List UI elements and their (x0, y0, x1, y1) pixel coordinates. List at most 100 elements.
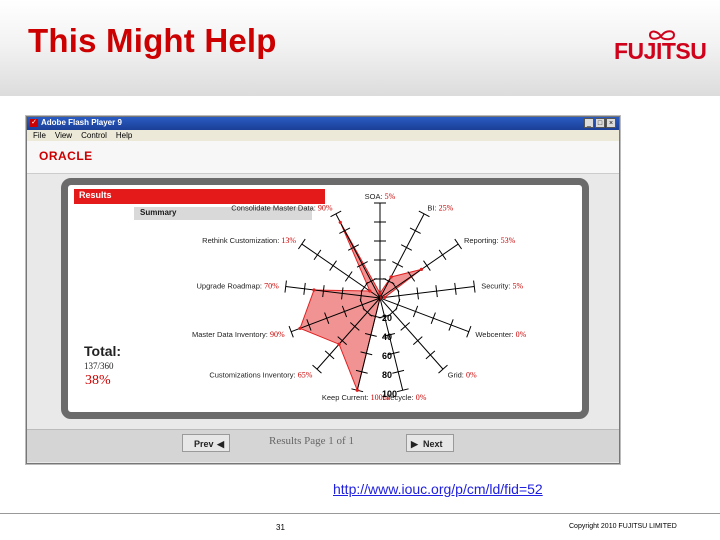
radar-tick (409, 227, 421, 234)
radar-scale-label: 40 (382, 332, 392, 342)
radar-point (312, 288, 316, 292)
radar-scale-label: 60 (382, 351, 392, 361)
window-controls: _ □ × (584, 118, 616, 128)
close-button[interactable]: × (606, 118, 616, 128)
copyright-text: Copyright 2010 FUJITSU LIMITED (569, 523, 677, 530)
axis-value-text: 25% (439, 204, 454, 213)
radar-point (378, 291, 382, 295)
radar-point (355, 388, 359, 392)
radar-axis-label: Security: 5% (481, 282, 523, 291)
flash-app-icon: ✓ (30, 119, 38, 127)
total-label: Total: (84, 343, 122, 359)
minimize-button[interactable]: _ (584, 118, 594, 128)
radar-tick (400, 322, 411, 331)
navigation-bar: Prev ◀ Results Page 1 of 1 ▶ Next (27, 429, 619, 462)
radar-axis-label: Webcenter: 0% (475, 330, 526, 339)
axis-label-text: Keep Current: (322, 393, 371, 402)
flash-player-window: ✓ Adobe Flash Player 9 _ □ × File View C… (26, 116, 620, 464)
axis-value-text: 53% (501, 236, 516, 245)
axis-value-text: 5% (385, 192, 396, 201)
radar-axis-label: SOA: 5% (365, 192, 396, 201)
radar-axis-label: BI: 25% (427, 204, 453, 213)
radar-point (383, 295, 387, 300)
menu-bar: File View Control Help (27, 130, 619, 141)
radar-point (368, 289, 372, 293)
radar-axis-label: Reporting: 53% (464, 236, 516, 245)
radar-tick (454, 238, 463, 250)
radar-tick (466, 325, 472, 338)
page-number: 31 (276, 523, 285, 532)
menu-help[interactable]: Help (116, 130, 132, 141)
window-title: Adobe Flash Player 9 (41, 118, 122, 127)
arrow-right-icon: ▶ (411, 439, 418, 449)
radar-tick (423, 260, 431, 271)
radar-tick (297, 238, 306, 250)
axis-label-text: Master Data Inventory: (192, 330, 270, 339)
maximize-button[interactable]: □ (595, 118, 605, 128)
oracle-header: ORACLE (27, 141, 619, 174)
axis-value-text: 0% (416, 393, 427, 402)
prev-button[interactable]: Prev ◀ (182, 434, 230, 452)
prev-label: Prev (194, 439, 214, 449)
axis-value-text: 13% (281, 236, 296, 245)
page-indicator: Results Page 1 of 1 (269, 435, 354, 447)
menu-file[interactable]: File (33, 130, 46, 141)
radar-axis-label: Customizations Inventory: 65% (209, 370, 312, 379)
arrow-left-icon: ◀ (217, 439, 224, 449)
radar-tick (312, 364, 322, 374)
radar-chart: SOA: 5% BI: 25% Reporting: 53% Security: 5%… (192, 192, 527, 402)
radar-axis (335, 213, 381, 299)
total-percent: 38% (85, 373, 111, 388)
oracle-logo: ORACLE (39, 149, 93, 163)
axis-label-text: BI: (427, 204, 438, 213)
logo-text: FUJITSU (614, 38, 707, 64)
fujitsu-logo: FUJITSU (614, 28, 707, 74)
reference-link[interactable]: http://www.iouc.org/p/cm/ld/fid=52 (333, 481, 543, 497)
radar-axis-label: Consolidate Master Data: 90% (231, 204, 333, 213)
next-label: Next (423, 439, 443, 449)
slide-header: This Might Help FUJITSU (0, 0, 720, 96)
radar-tick (288, 325, 294, 338)
axis-value-text: 90% (270, 330, 285, 339)
axis-value-text: 0% (516, 330, 527, 339)
axis-value-text: 65% (298, 370, 313, 379)
radar-tick (313, 249, 322, 261)
axis-label-text: Consolidate Master Data: (231, 204, 318, 213)
radar-tick (438, 364, 448, 374)
axis-value-text: 70% (264, 282, 279, 291)
radar-polygon (299, 222, 422, 392)
radar-tick (430, 312, 436, 324)
radar-point (419, 267, 424, 271)
axis-label-text: Security: (481, 282, 512, 291)
radar-scale-label: 80 (382, 370, 392, 380)
radar-tick (448, 319, 454, 331)
axis-label-text: Webcenter: (475, 330, 515, 339)
footer-divider (0, 513, 720, 514)
axis-label-text: Upgrade Roadmap: (197, 282, 265, 291)
radar-tick (412, 336, 423, 346)
axis-value-text: 5% (513, 282, 524, 291)
radar-point (337, 342, 341, 346)
radar-axis-label: Grid: 0% (448, 370, 477, 379)
radar-tick (344, 271, 353, 282)
total-score: 137/360 (84, 361, 114, 371)
slide-title: This Might Help (28, 22, 277, 59)
next-button[interactable]: ▶ Next (406, 434, 454, 452)
results-panel: Results Summary SOA: 5% BI: 25% Reporting:… (61, 178, 589, 419)
radar-scale-label: 20 (382, 313, 392, 323)
radar-scale-label: 100 (382, 389, 397, 399)
axis-value-text: 90% (318, 204, 333, 213)
axis-label-text: Reporting: (464, 236, 501, 245)
radar-tick (438, 249, 447, 261)
radar-axis-label: Rethink Customization: 13% (202, 236, 296, 245)
radar-tick (412, 305, 419, 318)
menu-view[interactable]: View (55, 130, 72, 141)
axis-label-text: SOA: (365, 192, 385, 201)
radar-axis-label: Keep Current: 100% (322, 393, 390, 402)
axis-value-text: 0% (466, 370, 477, 379)
window-titlebar[interactable]: ✓ Adobe Flash Player 9 _ □ × (27, 117, 619, 130)
menu-control[interactable]: Control (81, 130, 107, 141)
radar-axis (379, 297, 470, 333)
radar-axis (379, 213, 425, 299)
radar-point (338, 220, 342, 224)
